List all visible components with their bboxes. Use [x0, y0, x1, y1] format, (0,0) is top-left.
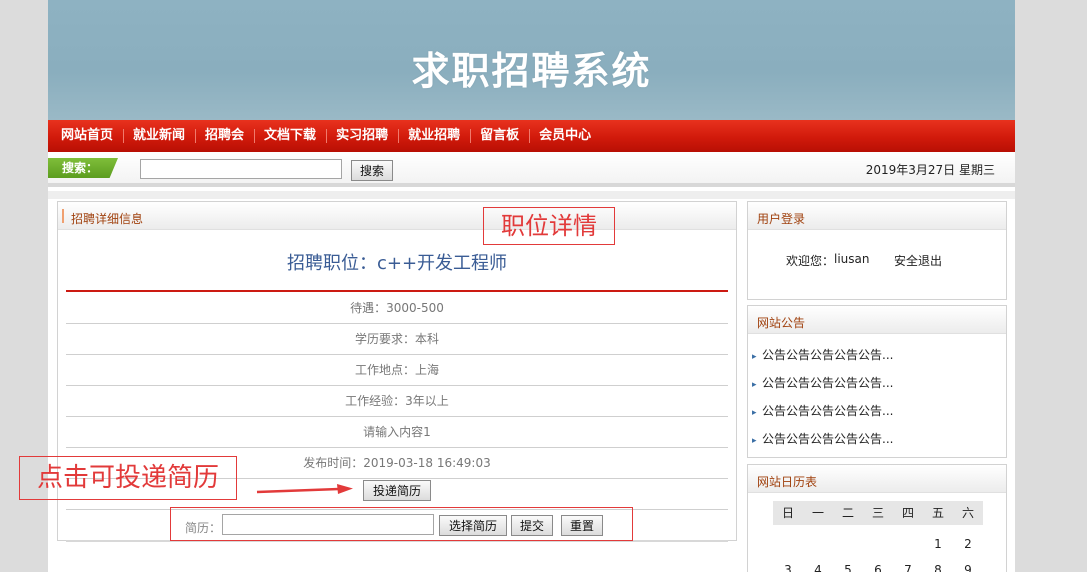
nav-item-downloads[interactable]: 文档下载	[254, 120, 326, 152]
job-title: 招聘职位：c++开发工程师	[286, 253, 508, 274]
divider	[48, 191, 1015, 199]
annotation-job-detail: 职位详情	[483, 207, 615, 245]
search-input[interactable]	[140, 159, 342, 179]
panel-title: 招聘详细信息	[71, 212, 144, 226]
bullet-icon: ▸	[752, 352, 757, 362]
panel-header: 招聘详细信息	[58, 202, 736, 230]
nav-item-internship[interactable]: 实习招聘	[326, 120, 398, 152]
detail-location: 工作地点：上海	[66, 355, 728, 386]
notice-box: 网站公告 ▸ 公告公告公告公告公告... ▸ 公告公告公告公告公告... ▸ 公告公告…	[747, 305, 1007, 458]
title-divider	[66, 290, 728, 292]
calendar-title: 网站日历表	[757, 475, 818, 489]
weekday-fri: 五	[923, 501, 953, 525]
notice-item[interactable]: ▸ 公告公告公告公告公告...	[752, 346, 893, 363]
search-bar: 搜索： 搜索 2019年3月27日 星期三	[48, 152, 1015, 187]
bullet-icon: ▸	[752, 436, 757, 446]
calendar-header: 网站日历表	[748, 465, 1006, 493]
weekday-tue: 二	[833, 501, 863, 525]
login-header: 用户登录	[748, 202, 1006, 230]
notice-item[interactable]: ▸ 公告公告公告公告公告...	[752, 374, 893, 391]
main-nav: 网站首页 就业新闻 招聘会 文档下载 实习招聘 就业招聘 留言板 会员中心	[48, 120, 1015, 152]
calendar-day[interactable]: 1	[923, 531, 953, 557]
nav-item-home[interactable]: 网站首页	[51, 120, 123, 152]
notice-text: 公告公告公告公告公告...	[762, 432, 894, 446]
calendar-box: 网站日历表 日 一 二 三 四 五 六 1 2 3 4 5 6 7 8 9	[747, 464, 1007, 572]
nav-item-employment[interactable]: 就业招聘	[398, 120, 470, 152]
search-label: 搜索：	[48, 158, 118, 178]
notice-title: 网站公告	[757, 316, 806, 330]
login-title: 用户登录	[757, 212, 806, 226]
logout-link[interactable]: 安全退出	[894, 252, 942, 269]
calendar-weekdays: 日 一 二 三 四 五 六	[773, 501, 983, 525]
calendar-day[interactable]: 7	[893, 557, 923, 572]
annotation-click-to-apply: 点击可投递简历	[19, 456, 237, 500]
calendar-day	[773, 531, 803, 557]
welcome-text: 欢迎您：	[786, 254, 835, 268]
notice-text: 公告公告公告公告公告...	[762, 404, 894, 418]
detail-experience: 工作经验：3年以上	[66, 386, 728, 417]
detail-salary: 待遇：3000-500	[66, 293, 728, 324]
notice-text: 公告公告公告公告公告...	[762, 376, 894, 390]
bullet-icon: ▸	[752, 408, 757, 418]
weekday-sat: 六	[953, 501, 983, 525]
detail-education: 学历要求：本科	[66, 324, 728, 355]
notice-item[interactable]: ▸ 公告公告公告公告公告...	[752, 402, 893, 419]
nav-item-message-board[interactable]: 留言板	[470, 120, 529, 152]
calendar-day[interactable]: 9	[953, 557, 983, 572]
calendar-day[interactable]: 2	[953, 531, 983, 557]
weekday-mon: 一	[803, 501, 833, 525]
bullet-icon: ▸	[752, 380, 757, 390]
weekday-sun: 日	[773, 501, 803, 525]
notice-text: 公告公告公告公告公告...	[762, 348, 894, 362]
username: liusan	[834, 252, 870, 266]
calendar-day[interactable]: 4	[803, 557, 833, 572]
nav-item-member-center[interactable]: 会员中心	[529, 120, 601, 152]
current-date: 2019年3月27日 星期三	[865, 163, 995, 177]
notice-item[interactable]: ▸ 公告公告公告公告公告...	[752, 430, 893, 447]
weekday-thu: 四	[893, 501, 923, 525]
calendar-day[interactable]: 6	[863, 557, 893, 572]
login-box: 用户登录 欢迎您： liusan 安全退出	[747, 201, 1007, 300]
calendar-day	[833, 531, 863, 557]
weekday-wed: 三	[863, 501, 893, 525]
calendar-day	[863, 531, 893, 557]
apply-resume-button[interactable]: 投递简历	[363, 480, 431, 501]
search-button[interactable]: 搜索	[351, 160, 393, 181]
calendar-day	[803, 531, 833, 557]
nav-item-news[interactable]: 就业新闻	[123, 120, 195, 152]
annotation-resume-highlight	[170, 507, 633, 541]
calendar-day	[893, 531, 923, 557]
calendar-week-row: 3 4 5 6 7 8 9	[773, 557, 983, 572]
calendar-day[interactable]: 3	[773, 557, 803, 572]
calendar-week-row: 1 2	[773, 531, 983, 557]
site-title: 求职招聘系统	[411, 48, 652, 93]
calendar-day[interactable]: 8	[923, 557, 953, 572]
annotation-arrow-icon	[256, 484, 353, 494]
nav-item-job-fair[interactable]: 招聘会	[195, 120, 254, 152]
notice-header: 网站公告	[748, 306, 1006, 334]
calendar-day[interactable]: 5	[833, 557, 863, 572]
detail-content: 请输入内容1	[66, 417, 728, 448]
banner: 求职招聘系统	[48, 0, 1015, 120]
